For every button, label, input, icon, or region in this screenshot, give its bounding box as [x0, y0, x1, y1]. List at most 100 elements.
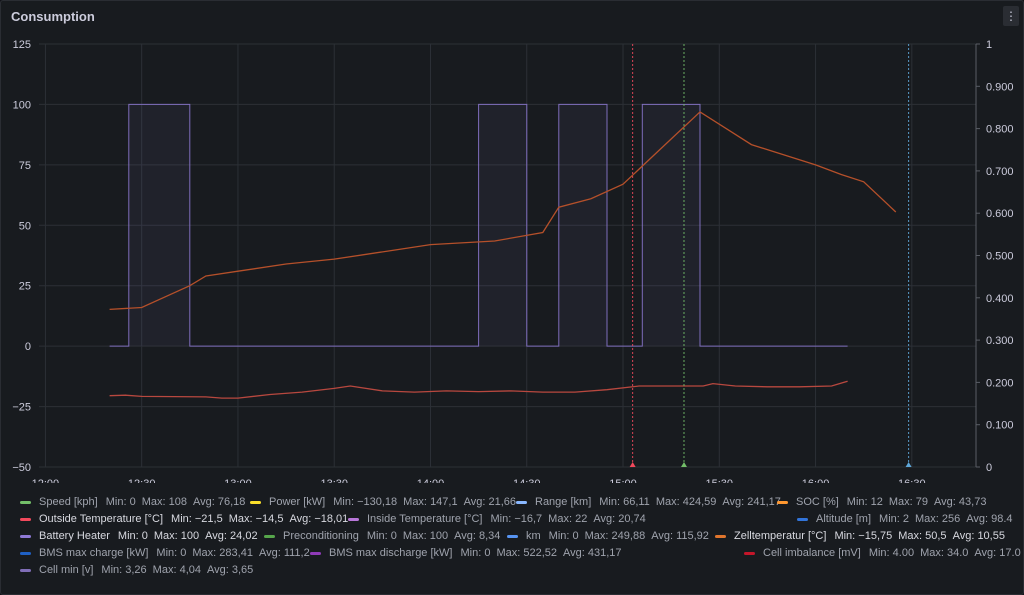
legend-avg: Avg: 98.4	[966, 513, 1013, 525]
annotation-marker[interactable]	[905, 462, 912, 467]
legend-avg: Avg: 17.0	[974, 547, 1021, 559]
y-right-tick-label: 0.800	[986, 124, 1014, 136]
x-tick-label: 12:00	[32, 478, 60, 483]
legend-avg: Avg: 3,65	[207, 564, 254, 576]
legend-swatch	[507, 534, 518, 538]
legend-item[interactable]: Range [km] Min: 66,11 Max: 424,59 Avg: 241,…	[516, 496, 787, 508]
y-right-tick-label: 0	[986, 462, 992, 474]
legend-min: Min: 3,26	[101, 564, 147, 576]
legend-item[interactable]: Inside Temperature [°C] Min: −16,7 Max: 22…	[348, 513, 652, 525]
y-right-tick-label: 0.200	[986, 377, 1014, 389]
legend-series-name: Battery Heater	[39, 530, 110, 542]
series-line	[109, 380, 848, 399]
legend-max: Max: 34.0	[920, 547, 969, 559]
x-tick-label: 12:30	[128, 478, 156, 483]
legend-min: Min: 0	[105, 496, 136, 508]
legend-min: Min: 66,11	[599, 496, 650, 508]
legend-series-name: Cell imbalance [mV]	[763, 547, 861, 559]
legend-max: Max: 100	[153, 530, 200, 542]
legend-series-name: BMS max charge [kW]	[39, 547, 149, 559]
legend-min: Min: 4.00	[868, 547, 915, 559]
y-right-tick-label: 0.700	[986, 166, 1014, 178]
x-axis: 12:00 12:30 13:00 13:30 14:00 14:30 15:00 15:30…	[32, 478, 926, 483]
legend-avg: Avg: −18,01	[289, 513, 349, 525]
legend-item[interactable]: Preconditioning Min: 0 Max: 100 Avg: 8,34	[264, 530, 506, 542]
x-tick-label: 16:30	[898, 478, 926, 483]
legend-item[interactable]: Altitude [m] Min: 2 Max: 256 Avg: 98.4	[797, 513, 1019, 525]
panel-menu-icon[interactable]: ⋮	[1003, 6, 1019, 26]
legend-item[interactable]: Zelltemperatur [°C] Min: −15,75 Max: 50,5 A…	[715, 530, 1011, 542]
legend-swatch	[20, 551, 31, 555]
chart[interactable]: 125 100 75 50 25 0 −25 −50 1 0.900 0.800 0.700 0.60…	[1, 33, 1023, 483]
legend-item[interactable]: Speed [kph] Min: 0 Max: 108 Avg: 76,18	[20, 496, 251, 508]
legend-avg: Avg: 431,17	[563, 547, 622, 559]
legend-max: Max: 100	[402, 530, 449, 542]
legend-avg: Avg: 76,18	[192, 496, 246, 508]
legend-item[interactable]: Cell imbalance [mV] Min: 4.00 Max: 34.0 Avg…	[744, 547, 1024, 559]
legend-avg: Avg: 111,2	[258, 547, 310, 559]
legend-swatch	[20, 517, 31, 521]
legend-series-name: Power [kW]	[269, 496, 326, 508]
legend-max: Max: 108	[141, 496, 187, 508]
legend-item[interactable]: BMS max charge [kW] Min: 0 Max: 283,41 Avg:…	[20, 547, 316, 559]
y-right-tick-label: 0.300	[986, 335, 1014, 347]
y-left-tick-label: −25	[12, 402, 31, 414]
legend-item[interactable]: Cell min [v] Min: 3,26 Max: 4,04 Avg: 3,65	[20, 564, 259, 576]
legend-item[interactable]: Outside Temperature [°C] Min: −21,5 Max: −…	[20, 513, 354, 525]
y-right-tick-label: 1	[986, 39, 992, 51]
legend-item[interactable]: Power [kW] Min: −130,18 Max: 147,1 Avg: 21,…	[250, 496, 522, 508]
legend-series-name: Inside Temperature [°C]	[367, 513, 483, 525]
y-left-tick-label: 75	[19, 160, 31, 172]
legend-swatch	[310, 551, 321, 555]
legend-series-name: Speed [kph]	[39, 496, 98, 508]
legend-item[interactable]: km Min: 0 Max: 249,88 Avg: 115,92	[507, 530, 715, 542]
legend-avg: Avg: 20,74	[593, 513, 646, 525]
legend-max: Max: 22	[548, 513, 588, 525]
x-tick-label: 13:30	[320, 478, 348, 483]
legend-series-name: Range [km]	[535, 496, 592, 508]
legend-item[interactable]: SOC [%] Min: 12 Max: 79 Avg: 43,73	[777, 496, 992, 508]
x-tick-label: 13:00	[224, 478, 252, 483]
x-tick-label: 15:00	[609, 478, 637, 483]
y-left-tick-label: 25	[19, 281, 31, 293]
legend-min: Min: 0	[460, 547, 491, 559]
legend-swatch	[20, 500, 31, 504]
legend-series-name: Zelltemperatur [°C]	[734, 530, 827, 542]
y-right-tick-label: 0.100	[986, 420, 1014, 432]
y-axis-left: 125 100 75 50 25 0 −25 −50	[12, 39, 31, 474]
legend-series-name: Cell min [v]	[39, 564, 94, 576]
annotation-marker[interactable]	[629, 462, 636, 467]
legend-series-name: km	[526, 530, 541, 542]
legend-avg: Avg: 21,66	[463, 496, 516, 508]
legend-min: Min: 0	[366, 530, 397, 542]
y-left-tick-label: 50	[19, 220, 31, 232]
legend-min: Min: 12	[846, 496, 883, 508]
legend-min: Min: −16,7	[490, 513, 543, 525]
legend-min: Min: −21,5	[171, 513, 223, 525]
legend-swatch	[715, 534, 726, 538]
legend-item[interactable]: BMS max discharge [kW] Min: 0 Max: 522,52 A…	[310, 547, 628, 559]
legend-swatch	[250, 500, 261, 504]
y-right-tick-label: 0.500	[986, 251, 1014, 263]
y-left-tick-label: 0	[25, 341, 31, 353]
legend-max: Max: 249,88	[584, 530, 646, 542]
legend-swatch	[348, 517, 359, 521]
legend-min: Min: −15,75	[834, 530, 893, 542]
legend-max: Max: 283,41	[192, 547, 253, 559]
legend-max: Max: 79	[888, 496, 929, 508]
legend-series-name: Preconditioning	[283, 530, 359, 542]
y-left-tick-label: 100	[13, 99, 31, 111]
legend-series-name: SOC [%]	[796, 496, 839, 508]
legend-max: Max: 4,04	[152, 564, 201, 576]
legend-series-name: BMS max discharge [kW]	[329, 547, 453, 559]
legend-swatch	[744, 551, 755, 555]
legend-swatch	[797, 517, 808, 521]
annotation-marker[interactable]	[680, 462, 687, 467]
y-left-tick-label: 125	[13, 39, 31, 51]
legend-series-name: Outside Temperature [°C]	[39, 513, 164, 525]
legend-item[interactable]: Battery Heater Min: 0 Max: 100 Avg: 24,02	[20, 530, 264, 542]
legend-swatch	[777, 500, 788, 504]
legend-min: Min: 0	[548, 530, 579, 542]
legend-max: Max: 522,52	[496, 547, 558, 559]
legend-avg: Avg: 241,17	[722, 496, 781, 508]
